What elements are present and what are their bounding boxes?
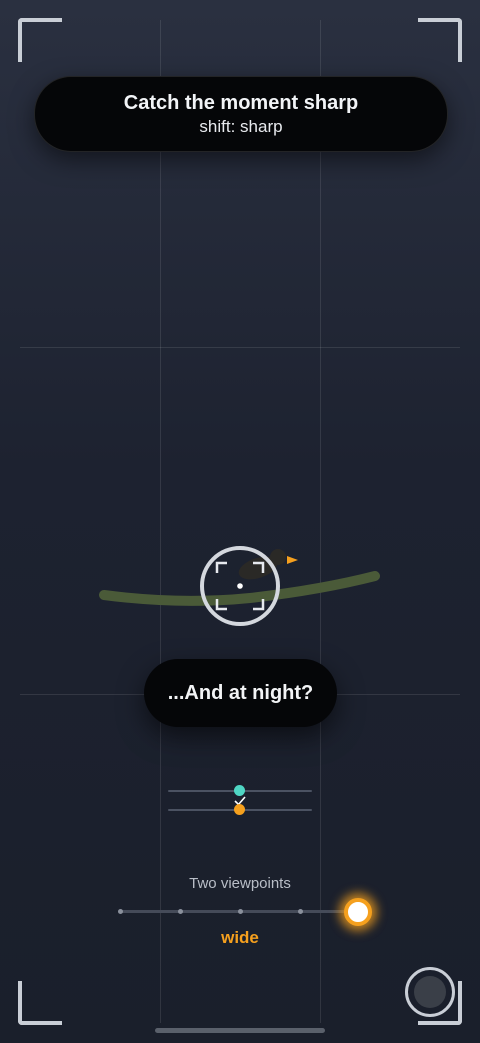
viewpoints-label: Two viewpoints [189,875,291,892]
hint-bubble: ...And at night? [144,659,337,727]
viewfinder-corner-top-right [418,18,462,62]
viewpoints-slider-thumb[interactable] [344,898,372,926]
slider-tick [298,909,303,914]
grid-line-horizontal-1 [20,347,460,348]
banner-title: Catch the moment sharp [123,92,359,114]
focus-reticle-icon [200,546,280,626]
viewpoints-value: wide [221,928,259,947]
instruction-banner: Catch the moment sharp shift: sharp [34,76,448,152]
viewfinder-corner-bottom-left [18,981,62,1025]
comparison-indicator [166,780,314,820]
camera-scene [99,546,380,626]
slider-tick [118,909,123,914]
banner-subtitle: shift: sharp [199,117,283,136]
shutter-button[interactable] [405,967,455,1017]
shutter-icon [414,976,446,1008]
hint-text: ...And at night? [167,681,314,704]
bird-icon [238,549,298,580]
slider-tick [238,909,243,914]
comparison-dot-orange [234,804,245,815]
viewfinder-corner-top-left [18,18,62,62]
viewpoints-slider[interactable] [118,898,372,926]
comparison-dot-teal [234,785,245,796]
slider-tick [178,909,183,914]
home-indicator[interactable] [155,1028,325,1033]
